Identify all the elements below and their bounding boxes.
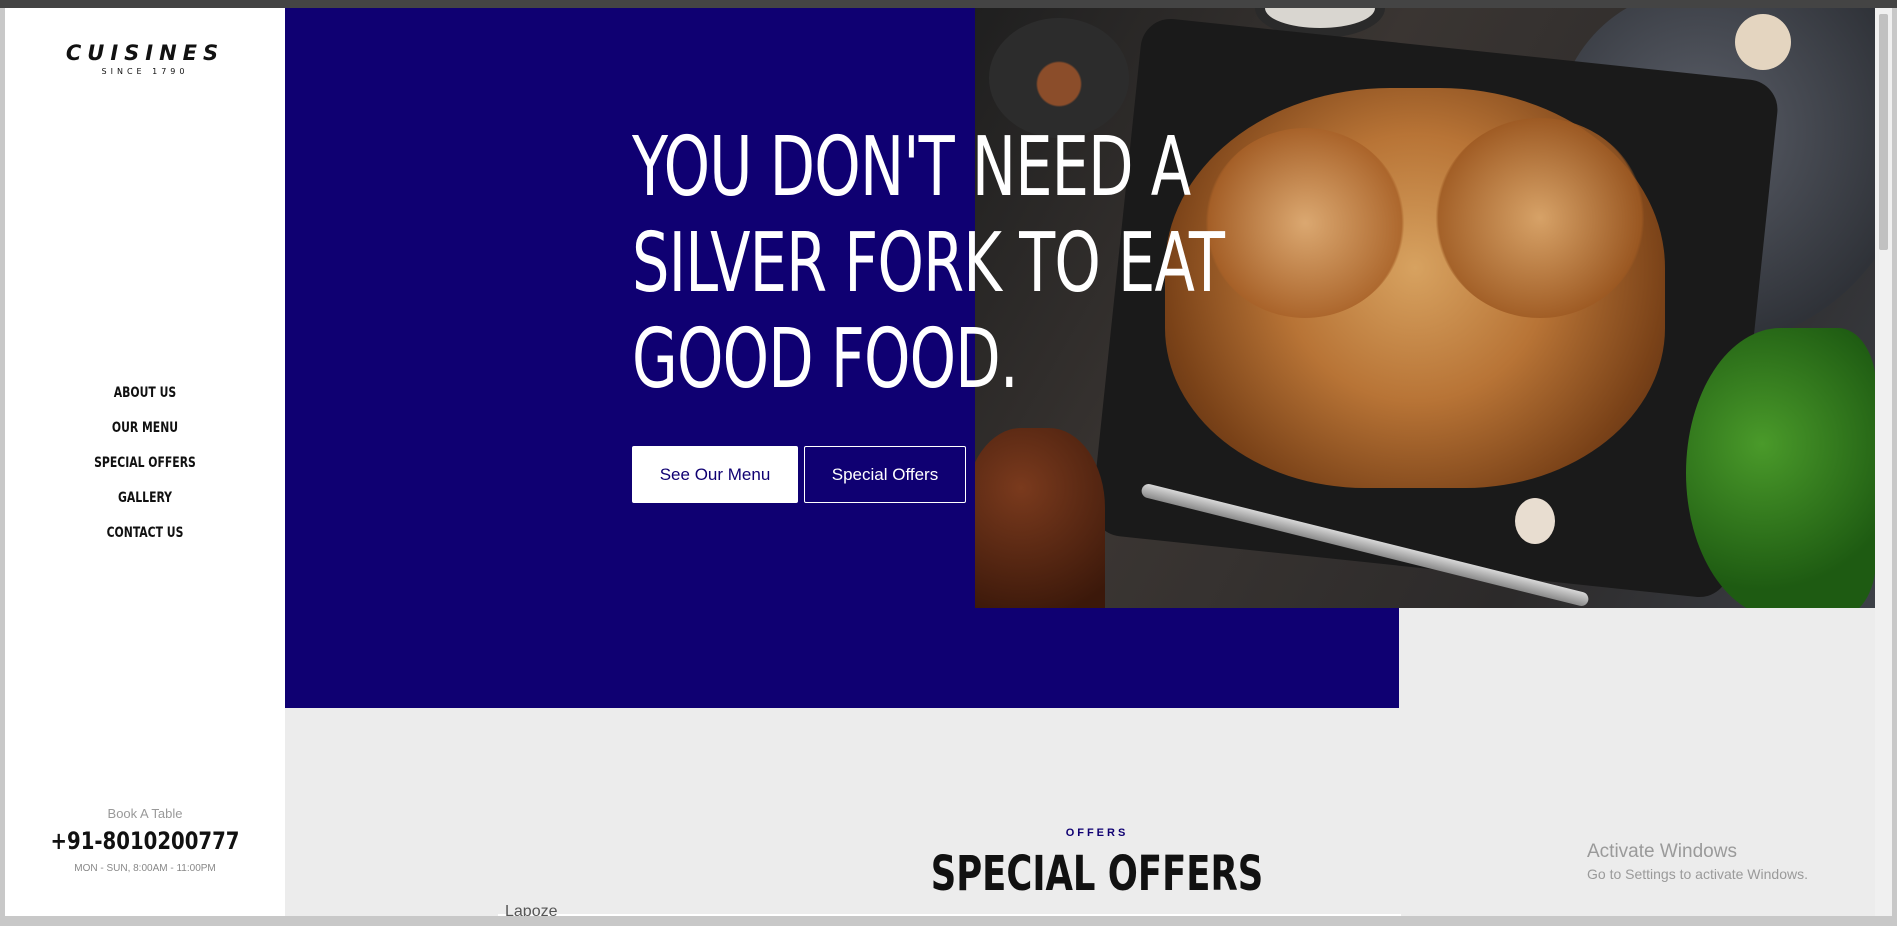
garlic-clove-shape — [1515, 498, 1555, 544]
nav-item-our-menu[interactable]: OUR MENU — [25, 411, 266, 446]
see-our-menu-button[interactable]: See Our Menu — [632, 446, 798, 503]
browser-top-edge — [0, 0, 1897, 8]
hero-headline-line-2: SILVER FORK TO EAT — [632, 216, 1225, 311]
page-viewport: CUISINES SINCE 1790 ABOUT US OUR MENU SP… — [5, 8, 1877, 916]
vertical-scrollbar[interactable] — [1875, 8, 1892, 916]
opening-hours: MON - SUN, 8:00AM - 11:00PM — [74, 863, 216, 874]
nav-item-about-us[interactable]: ABOUT US — [25, 376, 266, 411]
booking-label: Book A Table — [107, 806, 183, 821]
special-offers-button[interactable]: Special Offers — [804, 446, 966, 503]
parsley-shape — [1686, 328, 1876, 608]
activate-windows-subtitle: Go to Settings to activate Windows. — [1587, 866, 1808, 882]
offer-card-partial-text: Lapoze — [505, 903, 558, 916]
brand-logo[interactable]: CUISINES SINCE 1790 — [5, 41, 285, 76]
brand-tagline: SINCE 1790 — [101, 67, 189, 76]
hero-headline-line-1: YOU DON'T NEED A — [632, 120, 1191, 215]
pepper-grinder-shape — [975, 428, 1105, 608]
brand-name: CUISINES — [65, 41, 225, 65]
special-offers-heading: SPECIAL OFFERS — [930, 846, 1264, 902]
nav-item-gallery[interactable]: GALLERY — [25, 481, 266, 516]
activate-windows-watermark: Activate Windows Go to Settings to activ… — [1587, 841, 1808, 882]
activate-windows-title: Activate Windows — [1587, 841, 1737, 862]
chicken-highlight-right — [1435, 118, 1645, 318]
nav-item-contact-us[interactable]: CONTACT US — [25, 516, 266, 551]
main-nav: ABOUT US OUR MENU SPECIAL OFFERS GALLERY… — [5, 376, 285, 551]
booking-phone[interactable]: +91-8010200777 — [30, 827, 260, 855]
offers-kicker: OFFERS — [1065, 827, 1129, 839]
hero-headline-line-3: GOOD FOOD. — [632, 312, 1019, 407]
booking-block: Book A Table +91-8010200777 MON - SUN, 8… — [5, 806, 285, 874]
offer-card-edge — [498, 914, 1401, 916]
chicken-highlight-left — [1205, 128, 1405, 318]
nav-item-special-offers[interactable]: SPECIAL OFFERS — [25, 446, 266, 481]
hero-headline: YOU DON'T NEED A SILVER FORK TO EAT GOOD… — [632, 120, 1225, 408]
scrollbar-thumb[interactable] — [1879, 14, 1888, 250]
sidebar: CUISINES SINCE 1790 ABOUT US OUR MENU SP… — [5, 8, 285, 916]
garlic-shape — [1735, 14, 1791, 70]
